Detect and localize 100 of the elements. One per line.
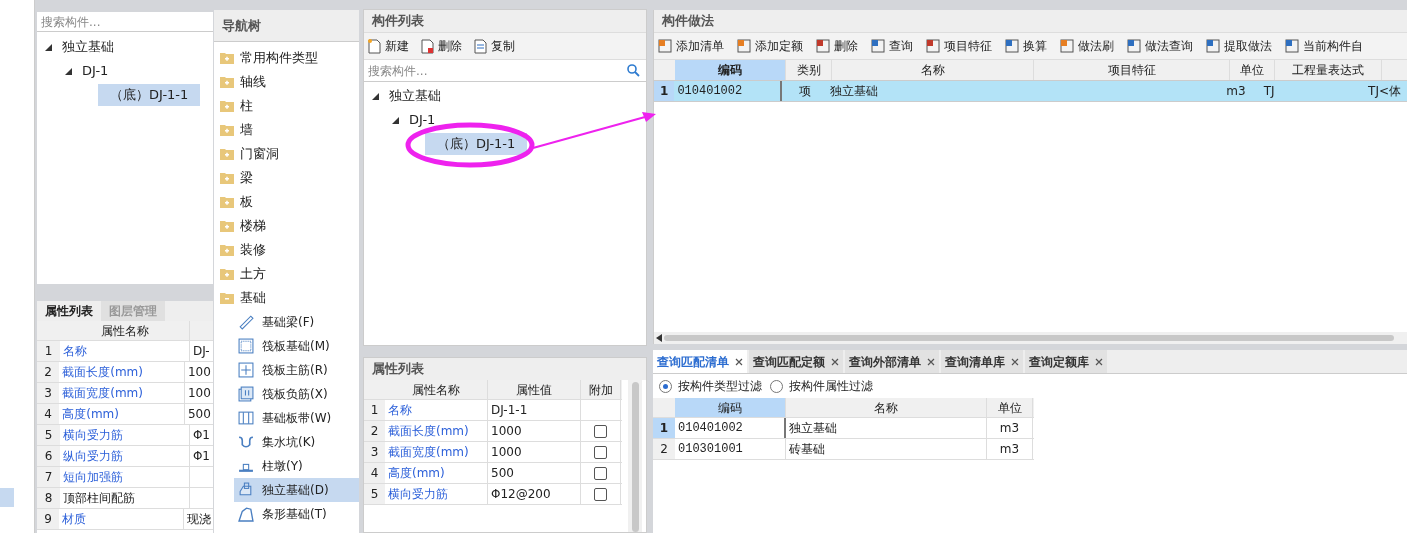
nav-item[interactable]: 筏板主筋(R) [234, 358, 359, 382]
nav-item[interactable]: 柱 [240, 96, 253, 116]
toolbar-icon [1285, 39, 1299, 53]
nav-item[interactable]: 集水坑(K) [234, 430, 359, 454]
radio-button[interactable] [770, 379, 783, 393]
checkbox[interactable] [594, 445, 607, 459]
nav-item[interactable]: 柱墩(Y) [234, 454, 359, 478]
toolbar-button[interactable]: 换算 [1005, 37, 1047, 55]
nav-item[interactable]: 梁 [240, 168, 253, 188]
tree-item[interactable]: DJ-1 [78, 60, 113, 82]
nav-item[interactable]: 筏板负筋(X) [234, 382, 359, 406]
search-field[interactable]: 搜索构件... [364, 61, 627, 80]
tree-item[interactable]: 独立基础 [385, 85, 445, 108]
search-icon[interactable] [627, 64, 640, 78]
table-cell: 横向受力筋 [60, 425, 190, 445]
toolbar-button[interactable]: 添加清单 [658, 37, 724, 55]
toolbar-button[interactable]: 项目特征 [926, 37, 992, 55]
component-type-icon [238, 506, 254, 522]
scrollbar[interactable] [654, 332, 1407, 344]
toolbar-button[interactable]: 提取做法 [1206, 37, 1272, 55]
toolbar-button[interactable]: 做法刷 [1060, 37, 1114, 55]
column-header: 单位 [987, 398, 1033, 417]
tree-item[interactable]: 独立基础 [58, 36, 118, 58]
collapse-icon[interactable] [372, 92, 379, 100]
table-row[interactable]: 1 010401002 项 独立基础 m3 TJ TJ<体 [654, 81, 1407, 102]
query-tab[interactable]: 查询外部清单 [845, 350, 939, 373]
checkbox[interactable] [594, 424, 607, 438]
toolbar-button[interactable]: 删除 [421, 37, 462, 56]
nav-item[interactable]: 基础 [240, 288, 266, 308]
column-header: 属性值 [488, 380, 581, 399]
toolbar-button[interactable]: 新建 [368, 37, 409, 56]
table-cell-text: 500 [186, 406, 212, 423]
nav-item[interactable]: 独立基础(D) [234, 478, 359, 502]
query-tab[interactable]: 查询定额库 [1025, 350, 1107, 373]
table-cell-text: Φ1 [191, 448, 211, 465]
table-row[interactable]: 2 010301001 砖基础 m3 [653, 439, 1034, 460]
table-cell-text: m3 [1225, 83, 1247, 100]
nav-item[interactable]: 常用构件类型 [240, 48, 318, 68]
nav-item[interactable]: 门窗洞 [240, 144, 279, 164]
scroll-left-icon[interactable] [656, 334, 662, 342]
table-cell: 高度(mm) [385, 463, 488, 483]
nav-item[interactable]: 轴线 [240, 72, 266, 92]
checkbox[interactable] [594, 487, 607, 501]
table-cell: 独立基础 [786, 418, 987, 438]
query-tab[interactable]: 查询清单库 [941, 350, 1023, 373]
toolbar-button[interactable]: 当前构件自 [1285, 37, 1363, 55]
row-number: 9 [37, 509, 60, 529]
row-number: 1 [37, 341, 60, 361]
close-icon[interactable] [927, 357, 935, 366]
row-number: 2 [364, 421, 385, 441]
folder-icon [220, 196, 234, 208]
collapse-icon[interactable] [65, 67, 72, 75]
row-number: 1 [364, 400, 385, 420]
tree-item[interactable]: DJ-1 [405, 109, 440, 132]
tree-item[interactable]: （底）DJ-1-1 [425, 133, 528, 156]
nav-item[interactable]: 基础板带(W) [234, 406, 359, 430]
query-tab[interactable]: 查询匹配清单 [653, 350, 747, 373]
toolbar-button[interactable]: 删除 [816, 37, 858, 55]
table-cell: Φ12@200 [488, 484, 581, 504]
close-icon[interactable] [1011, 357, 1019, 366]
document-icon [474, 38, 487, 54]
close-icon[interactable] [831, 357, 839, 366]
row-number: 2 [653, 439, 675, 459]
tree-item[interactable]: （底）DJ-1-1 [98, 84, 201, 106]
component-type-icon [238, 362, 254, 378]
table-row[interactable]: 1 010401002 独立基础 m3 [653, 418, 1034, 439]
radio-button[interactable] [659, 379, 672, 393]
checkbox[interactable] [594, 466, 607, 480]
row-number: 8 [37, 488, 60, 508]
query-tab[interactable]: 查询匹配定额 [749, 350, 843, 373]
close-icon[interactable] [735, 357, 743, 366]
toolbar-button[interactable]: 查询 [871, 37, 913, 55]
column-header: 附加 [581, 380, 621, 399]
nav-item[interactable]: 土方 [240, 264, 266, 284]
search-field[interactable]: 搜索构件... [37, 12, 213, 32]
nav-item[interactable]: 装修 [240, 240, 266, 260]
scrollbar[interactable] [628, 380, 642, 532]
toolbar-button[interactable]: 添加定额 [737, 37, 803, 55]
table-cell: 1000 [488, 421, 581, 441]
nav-item[interactable]: 条形基础(T) [234, 502, 359, 526]
toolbar-button[interactable]: 做法查询 [1127, 37, 1193, 55]
row-number: 5 [364, 484, 385, 504]
folder-icon [220, 220, 234, 232]
toolbar-button[interactable]: 复制 [474, 37, 515, 56]
toolbar-icon [658, 39, 672, 53]
component-type-icon [238, 434, 254, 450]
table-cell-text: Φ1 [191, 427, 211, 444]
nav-item[interactable]: 筏板基础(M) [234, 334, 359, 358]
folder-icon [220, 100, 234, 112]
nav-item[interactable]: 板 [240, 192, 253, 212]
table-cell: 高度(mm) [59, 404, 185, 424]
row-number: 1 [654, 81, 675, 101]
table-cell: 名称 [60, 341, 190, 361]
nav-item[interactable]: 墙 [240, 120, 253, 140]
close-icon[interactable] [1095, 357, 1103, 366]
nav-item[interactable]: 楼梯 [240, 216, 266, 236]
table-cell: 短向加强筋 [60, 467, 190, 487]
nav-item[interactable]: 基础梁(F) [234, 310, 359, 334]
collapse-icon[interactable] [392, 116, 399, 124]
collapse-icon[interactable] [45, 43, 52, 51]
